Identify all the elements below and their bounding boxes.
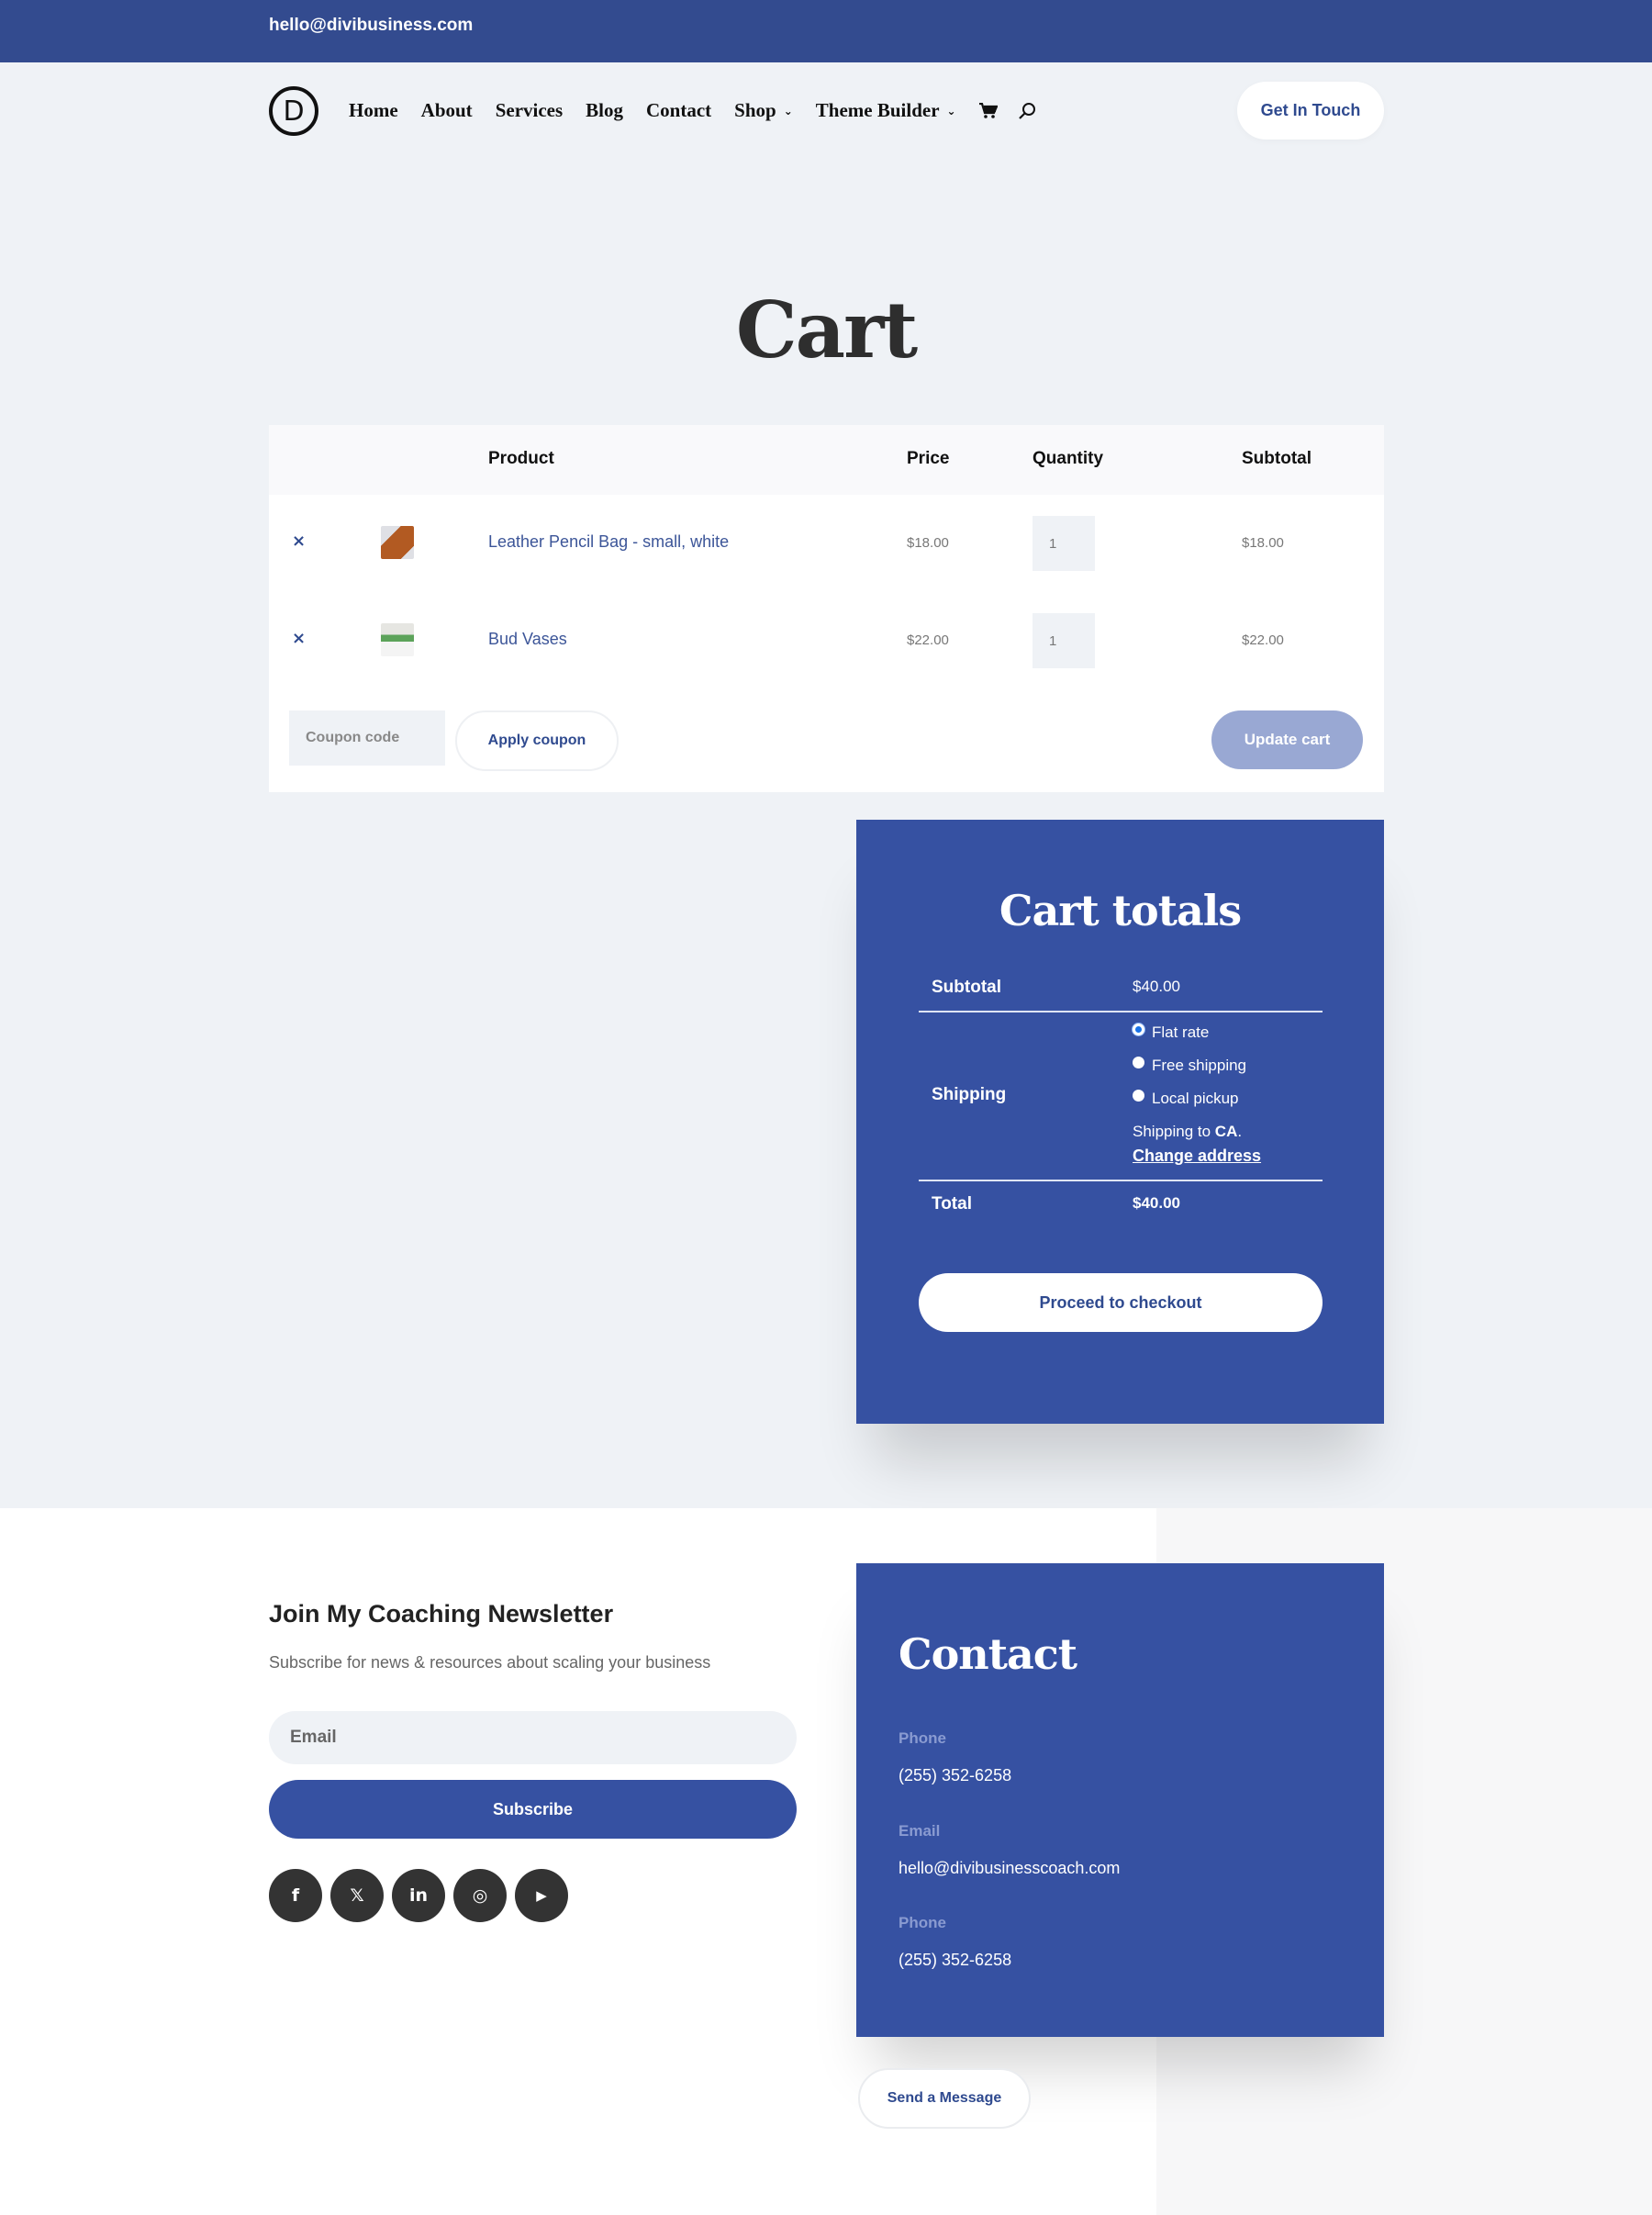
nav-label: Theme Builder <box>815 99 940 121</box>
header-quantity: Quantity <box>1032 449 1104 468</box>
quantity-input[interactable]: 1 <box>1032 613 1095 668</box>
nav-services[interactable]: Services <box>496 99 563 122</box>
newsletter-subtitle: Subscribe for news & resources about sca… <box>269 1653 711 1672</box>
subtotal-value: $40.00 <box>1133 978 1180 995</box>
product-subtotal: $22.00 <box>1242 632 1284 648</box>
remove-item-icon[interactable]: × <box>292 629 306 648</box>
coupon-code-input[interactable]: Coupon code <box>289 710 445 766</box>
contact-email-label: Email <box>899 1822 941 1840</box>
nav-label: Blog <box>586 99 624 121</box>
topbar-email[interactable]: hello@divibusiness.com <box>269 16 473 36</box>
nav-label: Contact <box>646 99 712 121</box>
youtube-icon[interactable]: ▶ <box>515 1869 568 1922</box>
shipping-to-suffix: . <box>1237 1123 1243 1140</box>
shipping-option-flat-rate[interactable]: Flat rate <box>1133 1023 1210 1042</box>
main-nav: Home About Services Blog Contact Shop ⌄ T… <box>349 99 1056 122</box>
shipping-option-label: Flat rate <box>1152 1024 1210 1041</box>
shipping-label: Shipping <box>932 1085 1007 1104</box>
site-header: D Home About Services Blog Contact Shop ⌄… <box>0 62 1652 163</box>
nav-shop[interactable]: Shop ⌄ <box>734 99 793 122</box>
proceed-to-checkout-button[interactable]: Proceed to checkout <box>919 1273 1323 1332</box>
cart-totals-panel: Cart totals Subtotal $40.00 Shipping Fla… <box>856 820 1384 1424</box>
chevron-down-icon: ⌄ <box>946 104 956 117</box>
contact-title: Contact <box>899 1629 1077 1679</box>
quantity-input[interactable]: 1 <box>1032 516 1095 571</box>
shipping-option-label: Local pickup <box>1152 1090 1239 1107</box>
facebook-icon[interactable]: f <box>269 1869 322 1922</box>
product-price: $18.00 <box>907 535 949 551</box>
instagram-icon[interactable]: ◎ <box>453 1869 507 1922</box>
contact-email-value[interactable]: hello@divibusinesscoach.com <box>899 1859 1120 1878</box>
subtotal-label: Subtotal <box>932 978 1001 997</box>
remove-item-icon[interactable]: × <box>292 531 306 551</box>
divider <box>919 1011 1323 1012</box>
page-title: Cart <box>735 285 918 375</box>
logo-letter: D <box>283 95 305 128</box>
linkedin-icon[interactable]: in <box>392 1869 445 1922</box>
header-price: Price <box>907 449 950 468</box>
shipping-option-free-shipping[interactable]: Free shipping <box>1133 1056 1247 1075</box>
nav-label: Services <box>495 99 564 121</box>
product-name-link[interactable]: Bud Vases <box>488 630 567 649</box>
top-bar: hello@divibusiness.com <box>0 0 1652 62</box>
get-in-touch-button[interactable]: Get In Touch <box>1237 82 1384 140</box>
nav-label: About <box>420 99 473 121</box>
cart-table: Product Price Quantity Subtotal × Leathe… <box>269 425 1384 792</box>
search-icon[interactable] <box>1018 102 1036 120</box>
newsletter-email-input[interactable]: Email <box>269 1711 797 1764</box>
total-value: $40.00 <box>1133 1194 1180 1212</box>
radio-icon[interactable] <box>1133 1089 1144 1102</box>
shipping-option-label: Free shipping <box>1152 1057 1247 1074</box>
radio-checked-icon[interactable] <box>1133 1023 1144 1035</box>
contact-phone-value[interactable]: (255) 352-6258 <box>899 1766 1011 1785</box>
contact-card: Contact Phone (255) 352-6258 Email hello… <box>856 1563 1384 2037</box>
x-twitter-icon[interactable]: 𝕏 <box>330 1869 384 1922</box>
table-row: × Leather Pencil Bag - small, white $18.… <box>269 495 1384 592</box>
cart-icon[interactable] <box>978 102 998 120</box>
nav-label: Shop <box>734 99 776 121</box>
logo[interactable]: D <box>269 86 318 136</box>
shipping-destination: Shipping to CA. <box>1133 1123 1242 1141</box>
product-thumbnail[interactable] <box>381 526 414 559</box>
shipping-region: CA <box>1214 1123 1238 1140</box>
change-address-link[interactable]: Change address <box>1133 1147 1261 1166</box>
chevron-down-icon: ⌄ <box>783 104 793 117</box>
nav-label: Home <box>349 99 398 121</box>
contact-phone-label: Phone <box>899 1729 946 1747</box>
social-links: f 𝕏 in ◎ ▶ <box>269 1869 568 1922</box>
product-subtotal: $18.00 <box>1242 535 1284 551</box>
cart-totals-title: Cart totals <box>999 886 1242 935</box>
nav-contact[interactable]: Contact <box>646 99 711 122</box>
newsletter-title: Join My Coaching Newsletter <box>269 1600 614 1628</box>
product-name-link[interactable]: Leather Pencil Bag - small, white <box>488 532 729 552</box>
header-subtotal: Subtotal <box>1242 449 1312 468</box>
update-cart-button[interactable]: Update cart <box>1211 710 1363 769</box>
nav-home[interactable]: Home <box>349 99 398 122</box>
nav-about[interactable]: About <box>421 99 473 122</box>
shipping-to-prefix: Shipping to <box>1133 1123 1215 1140</box>
divider <box>919 1180 1323 1181</box>
apply-coupon-button[interactable]: Apply coupon <box>455 710 619 771</box>
footer: Join My Coaching Newsletter Subscribe fo… <box>0 1508 1652 2215</box>
header-product: Product <box>488 449 554 468</box>
product-price: $22.00 <box>907 632 949 648</box>
total-label: Total <box>932 1194 972 1214</box>
subscribe-button[interactable]: Subscribe <box>269 1780 797 1839</box>
product-thumbnail[interactable] <box>381 623 414 656</box>
send-message-button[interactable]: Send a Message <box>858 2068 1031 2129</box>
radio-icon[interactable] <box>1133 1056 1144 1068</box>
contact-phone-label: Phone <box>899 1914 946 1931</box>
contact-phone-value[interactable]: (255) 352-6258 <box>899 1951 1011 1970</box>
nav-theme-builder[interactable]: Theme Builder ⌄ <box>816 99 956 122</box>
shipping-option-local-pickup[interactable]: Local pickup <box>1133 1089 1239 1108</box>
table-row: × Bud Vases $22.00 1 $22.00 <box>269 592 1384 689</box>
nav-blog[interactable]: Blog <box>586 99 623 122</box>
cart-table-header: Product Price Quantity Subtotal <box>269 425 1384 495</box>
